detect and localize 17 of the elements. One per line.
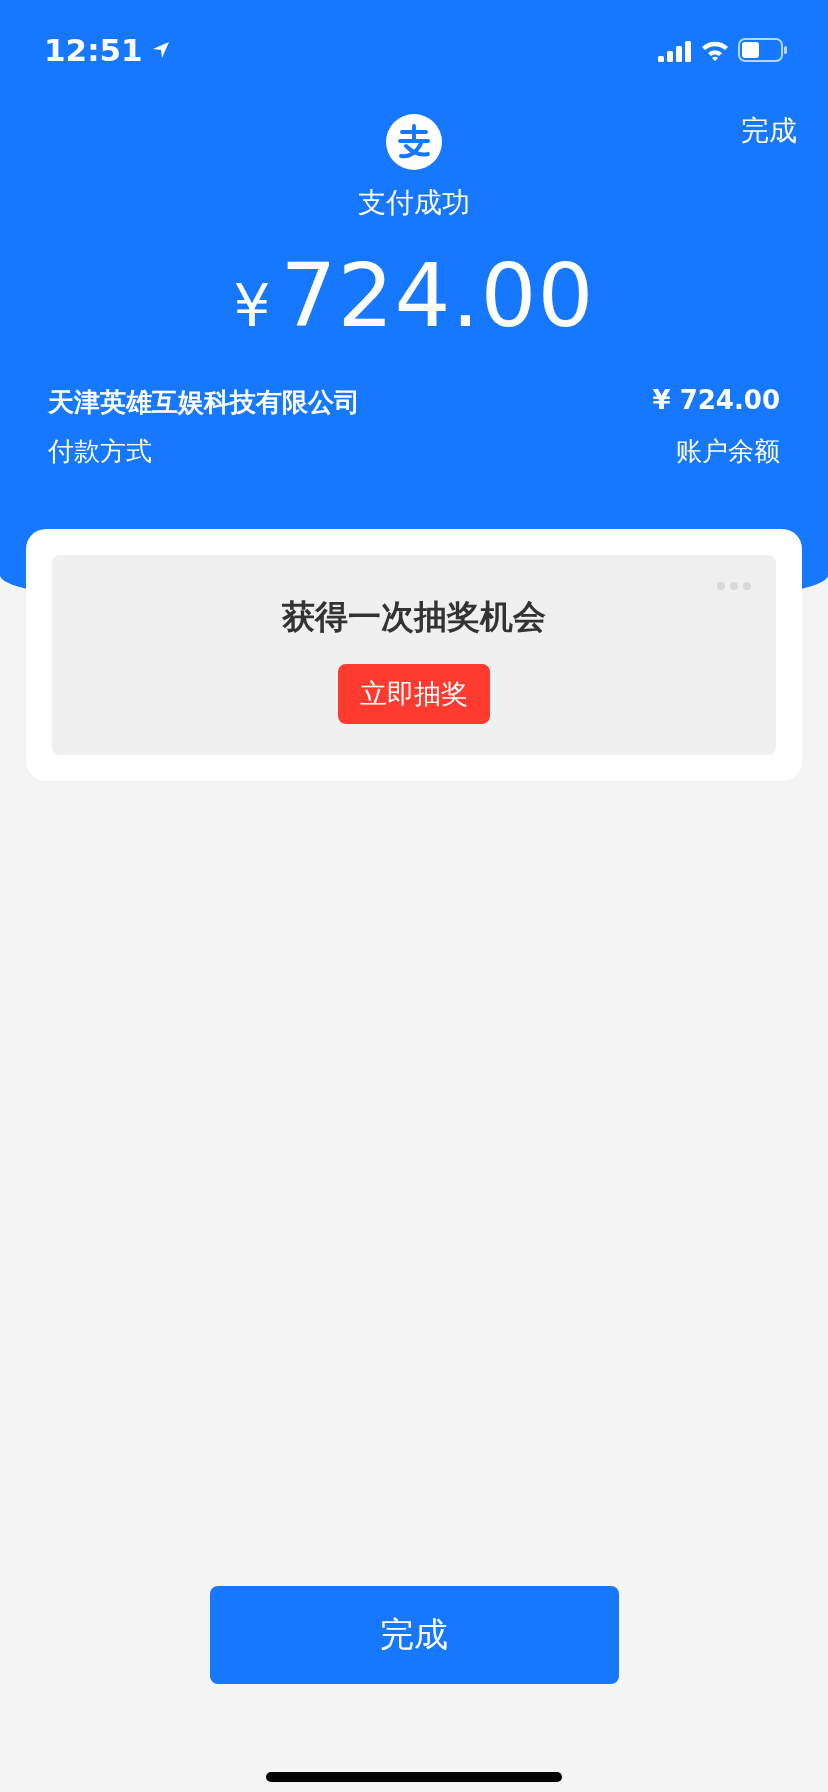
payment-amount: 724.00 <box>280 244 595 347</box>
detail-value: ¥ 724.00 <box>652 385 780 417</box>
detail-label: 天津英雄互娱科技有限公司 <box>48 386 360 419</box>
detail-label: 付款方式 <box>48 435 152 468</box>
draw-button[interactable]: 立即抽奖 <box>338 664 490 724</box>
status-time: 12:51 <box>44 32 143 68</box>
done-button[interactable]: 完成 <box>209 1586 619 1684</box>
detail-value: 账户余额 <box>676 435 780 468</box>
promo-title: 获得一次抽奖机会 <box>282 596 546 638</box>
currency-symbol: ¥ <box>233 272 271 340</box>
signal-icon <box>658 38 692 62</box>
done-link[interactable]: 完成 <box>741 112 797 150</box>
wifi-icon <box>700 39 730 61</box>
payment-status-title: 支付成功 <box>358 185 470 221</box>
battery-icon <box>738 38 788 62</box>
more-icon[interactable] <box>716 581 752 591</box>
payment-logo-icon <box>386 114 442 170</box>
